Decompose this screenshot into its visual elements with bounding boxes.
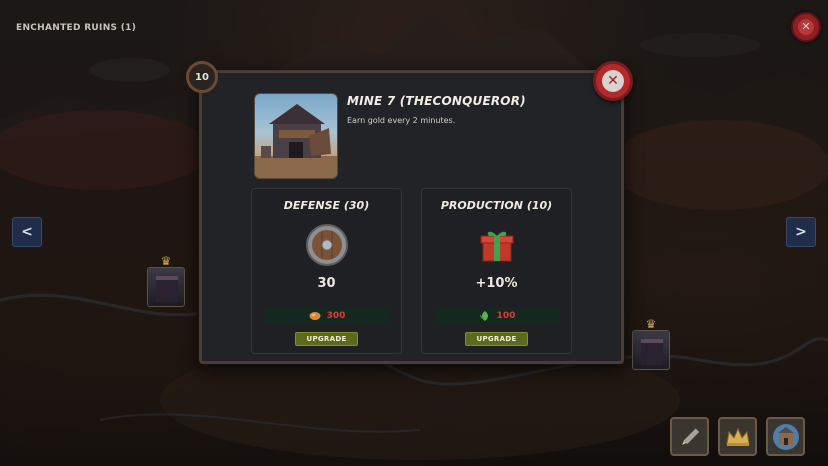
defense-cost: 300 — [265, 307, 389, 324]
crown-icon: ♛ — [645, 317, 657, 331]
building-name: MINE 7 (THECONQUEROR) — [347, 94, 526, 108]
close-icon: ✕ — [798, 19, 814, 35]
production-upgrade-button[interactable]: UPGRADE — [465, 332, 528, 346]
leaf-icon — [479, 310, 488, 321]
defense-card: DEFENSE (30) 30 300 UPGRADE — [251, 188, 402, 354]
castle-icon — [772, 423, 799, 450]
arrow-left-icon: < — [21, 224, 33, 240]
close-icon: ✕ — [602, 70, 624, 92]
production-cost-amount: 100 — [496, 310, 516, 321]
building-icon — [156, 276, 178, 302]
production-card: PRODUCTION (10) +10% 100 UPGRADE — [421, 188, 572, 354]
top-close-button[interactable]: ✕ — [791, 12, 821, 42]
next-region-button[interactable]: > — [786, 217, 816, 247]
pencil-icon — [681, 428, 699, 445]
dialog-close-button[interactable]: ✕ — [593, 61, 633, 101]
building-image — [254, 93, 338, 179]
production-value: +10% — [475, 276, 518, 291]
defense-cost-amount: 300 — [326, 310, 346, 321]
crown-icon — [725, 427, 750, 446]
building-icon — [641, 339, 663, 365]
crown-icon: ♛ — [160, 254, 172, 268]
map-building-marker[interactable]: ♛ — [147, 254, 185, 307]
production-cost: 100 — [435, 307, 559, 324]
prev-region-button[interactable]: < — [12, 217, 42, 247]
crown-button[interactable] — [718, 417, 757, 456]
level-badge: 10 — [186, 61, 218, 93]
region-title: ENCHANTED RUINS (1) — [16, 23, 137, 33]
map-building-marker[interactable]: ♛ — [632, 317, 670, 370]
shield-icon — [305, 224, 348, 266]
ore-icon — [309, 311, 321, 320]
gift-icon — [480, 231, 513, 262]
production-title: PRODUCTION (10) — [440, 199, 553, 212]
defense-title: DEFENSE (30) — [283, 199, 370, 212]
arrow-right-icon: > — [795, 224, 807, 240]
building-description: Earn gold every 2 minutes. — [347, 116, 456, 125]
defense-value: 30 — [317, 276, 336, 291]
edit-button[interactable] — [670, 417, 709, 456]
castle-button[interactable] — [766, 417, 805, 456]
defense-upgrade-button[interactable]: UPGRADE — [295, 332, 358, 346]
